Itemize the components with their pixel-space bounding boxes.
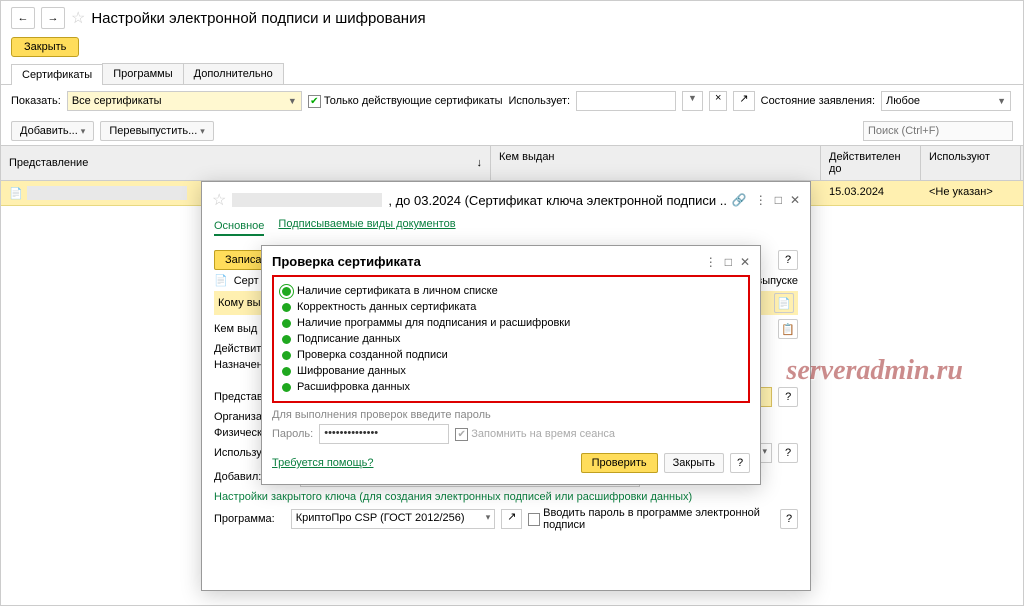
uses-input[interactable] [576, 91, 676, 111]
check-list: Наличие сертификата в личном списке Корр… [272, 275, 750, 403]
check-dot-icon [282, 335, 291, 344]
dialog-star-icon[interactable]: ☆ [212, 190, 226, 210]
whom-action1[interactable]: 📄 [774, 293, 794, 313]
check-dot-icon [282, 303, 291, 312]
reissue-button[interactable]: Перевыпустить... ▾ [100, 121, 214, 141]
check-dot-icon [282, 383, 291, 392]
check-close-button[interactable]: Закрыть [664, 453, 724, 473]
check-certificate-dialog: Проверка сертификата ⋮ □ ✕ Наличие серти… [261, 245, 761, 485]
check-maximize-icon[interactable]: □ [725, 255, 732, 269]
program-select[interactable]: КриптоПро CSP (ГОСТ 2012/256)▾ [291, 509, 496, 529]
repr-help[interactable]: ? [778, 387, 798, 407]
tab-programs[interactable]: Программы [102, 63, 183, 84]
tab-certificates[interactable]: Сертификаты [11, 64, 103, 85]
more-icon[interactable]: ⋮ [755, 193, 767, 207]
cert-icon: 📄 [9, 187, 23, 200]
password-input[interactable]: •••••••••••••• [319, 424, 449, 444]
uses-dropdown-button[interactable]: ▼ [682, 91, 703, 111]
close-button[interactable]: Закрыть [11, 37, 79, 57]
enter-pwd-checkbox[interactable]: ✔ Вводить пароль в программе электронной… [528, 507, 774, 531]
footer-help-icon[interactable]: ? [730, 453, 750, 473]
check-dot-icon [282, 351, 291, 360]
cert-icon: 📄 [214, 274, 228, 287]
page-title: Настройки электронной подписи и шифрован… [91, 10, 425, 27]
issuer-action[interactable]: 📋 [778, 319, 798, 339]
tab-additional[interactable]: Дополнительно [183, 63, 284, 84]
valid-only-checkbox[interactable]: ✔ Только действующие сертификаты [308, 95, 503, 108]
check-dot-icon [282, 287, 291, 296]
tab-main[interactable]: Основное [214, 218, 264, 236]
check-dot-icon [282, 367, 291, 376]
tab-doc-types[interactable]: Подписываемые виды документов [278, 218, 455, 236]
maximize-icon[interactable]: □ [775, 193, 782, 207]
nav-forward-button[interactable]: → [41, 7, 65, 29]
uses-label: Использует: [509, 95, 571, 107]
help-link[interactable]: Требуется помощь? [272, 457, 373, 469]
watermark: serveradmin.ru [786, 355, 963, 387]
show-select[interactable]: Все сертификаты▼ [67, 91, 302, 111]
nav-back-button[interactable]: ← [11, 7, 35, 29]
check-close-icon[interactable]: ✕ [740, 255, 750, 269]
check-dialog-title: Проверка сертификата [272, 254, 421, 269]
favorite-star-icon[interactable]: ☆ [71, 8, 85, 28]
use-help[interactable]: ? [778, 443, 798, 463]
check-more-icon[interactable]: ⋮ [705, 255, 717, 269]
key-settings-label: Настройки закрытого ключа (для создания … [214, 491, 692, 503]
state-select[interactable]: Любое▼ [881, 91, 1011, 111]
add-button[interactable]: Добавить... ▾ [11, 121, 94, 141]
pwd-help[interactable]: ? [780, 509, 798, 529]
search-input[interactable] [863, 121, 1013, 141]
table-header: Представление↓ Кем выдан Действителен до… [1, 145, 1023, 181]
close-icon[interactable]: ✕ [790, 193, 800, 207]
uses-open-button[interactable]: ↗ [733, 91, 754, 111]
check-button[interactable]: Проверить [581, 453, 658, 473]
show-label: Показать: [11, 95, 61, 107]
program-open[interactable]: ↗ [501, 509, 522, 529]
check-dot-icon [282, 319, 291, 328]
uses-clear-button[interactable]: × [709, 91, 727, 111]
help-icon[interactable]: ? [778, 250, 798, 270]
state-label: Состояние заявления: [761, 95, 875, 107]
link-icon[interactable]: 🔗 [732, 193, 747, 207]
